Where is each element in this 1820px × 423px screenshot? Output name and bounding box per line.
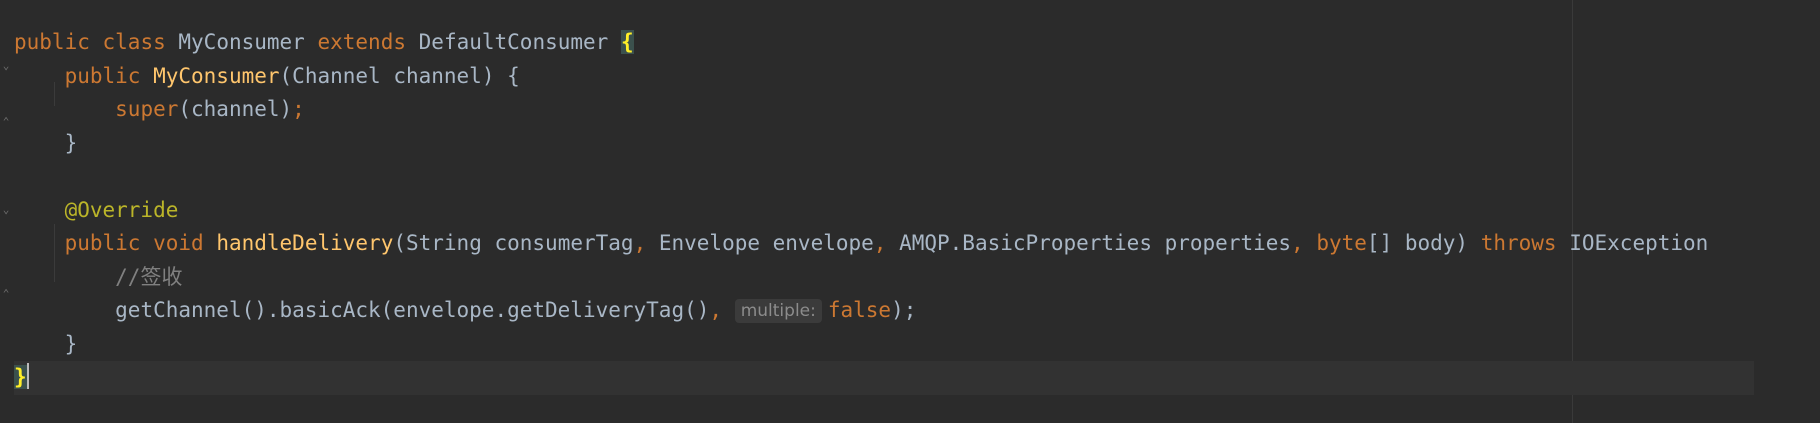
code-line-6: @Override <box>14 194 1754 228</box>
comment: //签收 <box>115 264 183 289</box>
code-line-9: getChannel().basicAck(envelope.getDelive… <box>14 294 1754 328</box>
keyword: public <box>64 231 141 255</box>
comma: , <box>633 231 647 255</box>
comma: , <box>1291 231 1304 255</box>
comma: , <box>709 298 723 322</box>
closing-brace: } <box>64 331 78 356</box>
fold-open-icon[interactable]: ⌄ <box>0 204 12 216</box>
matched-brace-open: { <box>620 30 634 54</box>
code-area[interactable]: public class MyConsumer extends DefaultC… <box>14 26 1754 395</box>
keyword: public <box>14 30 90 54</box>
boolean-literal: false <box>827 298 892 322</box>
exception-type: IOException <box>1569 231 1709 255</box>
closing-brace: } <box>64 130 78 155</box>
param: AMQP.BasicProperties properties <box>886 231 1292 255</box>
code-line-1: public class MyConsumer extends DefaultC… <box>14 26 1754 60</box>
keyword: class <box>102 30 166 54</box>
class-name: MyConsumer <box>178 30 305 54</box>
keyword: throws <box>1480 231 1557 255</box>
fold-open-icon[interactable]: ⌄ <box>0 60 12 72</box>
param: [] body) <box>1366 231 1481 255</box>
super-args: (channel) <box>178 97 293 121</box>
keyword: public <box>64 63 141 88</box>
editor-gutter: ⌄ ⌃ ⌄ ⌃ <box>0 0 14 423</box>
constructor-name: MyConsumer <box>153 63 280 88</box>
call-end: ); <box>891 298 917 322</box>
constructor-params: (Channel channel) { <box>279 63 520 88</box>
code-line-7: public void handleDelivery(String consum… <box>14 227 1754 261</box>
method-name: handleDelivery <box>216 231 394 255</box>
fold-close-icon[interactable]: ⌃ <box>0 288 12 300</box>
parameter-hint: multiple: <box>734 299 822 323</box>
code-editor[interactable]: ⌄ ⌃ ⌄ ⌃ public class MyConsumer extends … <box>0 0 1820 423</box>
code-line-3: super(channel); <box>14 93 1754 127</box>
code-line-11-current: } <box>14 361 1754 395</box>
param: Envelope envelope <box>646 231 874 255</box>
fold-close-icon[interactable]: ⌃ <box>0 116 12 128</box>
code-line-8: //签收 <box>14 261 1754 295</box>
text-caret <box>26 363 29 389</box>
code-line-4: } <box>14 127 1754 161</box>
method-call: getChannel().basicAck(envelope.getDelive… <box>115 298 710 322</box>
comma: , <box>873 231 887 255</box>
param: (String consumerTag <box>393 231 634 255</box>
matched-brace-close: } <box>14 365 27 389</box>
code-line-10: } <box>14 328 1754 362</box>
parent-class: DefaultConsumer <box>418 30 609 54</box>
overflow-fade <box>1740 235 1770 275</box>
keyword: super <box>115 97 179 121</box>
annotation: @Override <box>64 197 179 222</box>
semicolon: ; <box>292 97 305 121</box>
keyword: void <box>153 231 204 255</box>
keyword: extends <box>317 30 406 54</box>
keyword: byte <box>1316 231 1367 255</box>
code-line-2: public MyConsumer(Channel channel) { <box>14 60 1754 94</box>
